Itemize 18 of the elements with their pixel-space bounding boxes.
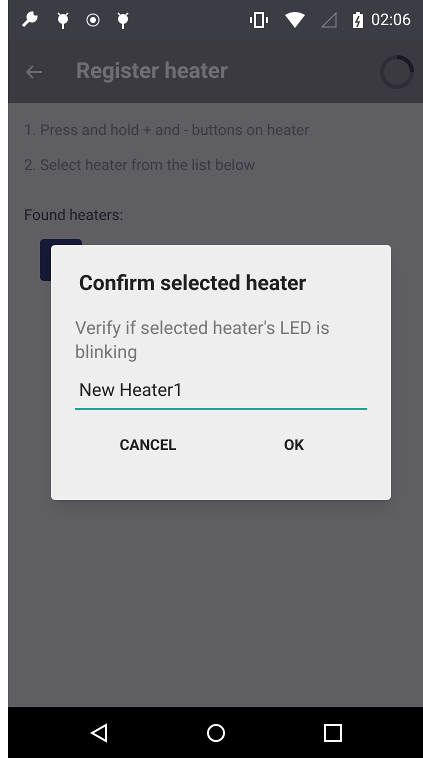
dialog-title: Confirm selected heater bbox=[78, 271, 308, 298]
android-icon bbox=[116, 11, 130, 29]
shield-icon bbox=[86, 13, 100, 27]
recents-icon[interactable] bbox=[324, 724, 342, 742]
battery-icon bbox=[353, 12, 364, 28]
wifi-icon bbox=[285, 12, 306, 28]
dialog-button[interactable]: CANCEL bbox=[75, 426, 221, 464]
heater-name-field[interactable]: New Heater1 bbox=[75, 376, 367, 410]
wrench-icon bbox=[20, 10, 40, 30]
found-heaters-label: Found heaters: bbox=[24, 205, 124, 226]
vibrate-icon bbox=[249, 12, 270, 28]
clock-time: 02:06 bbox=[371, 9, 411, 31]
dialog-button[interactable]: OK bbox=[221, 426, 367, 464]
dialog-message: Verify if selected heater's LED is blinking bbox=[75, 316, 331, 364]
signal-icon bbox=[321, 12, 338, 28]
home-icon[interactable] bbox=[206, 722, 226, 742]
back-icon[interactable] bbox=[88, 722, 109, 742]
android-icon bbox=[56, 11, 70, 29]
